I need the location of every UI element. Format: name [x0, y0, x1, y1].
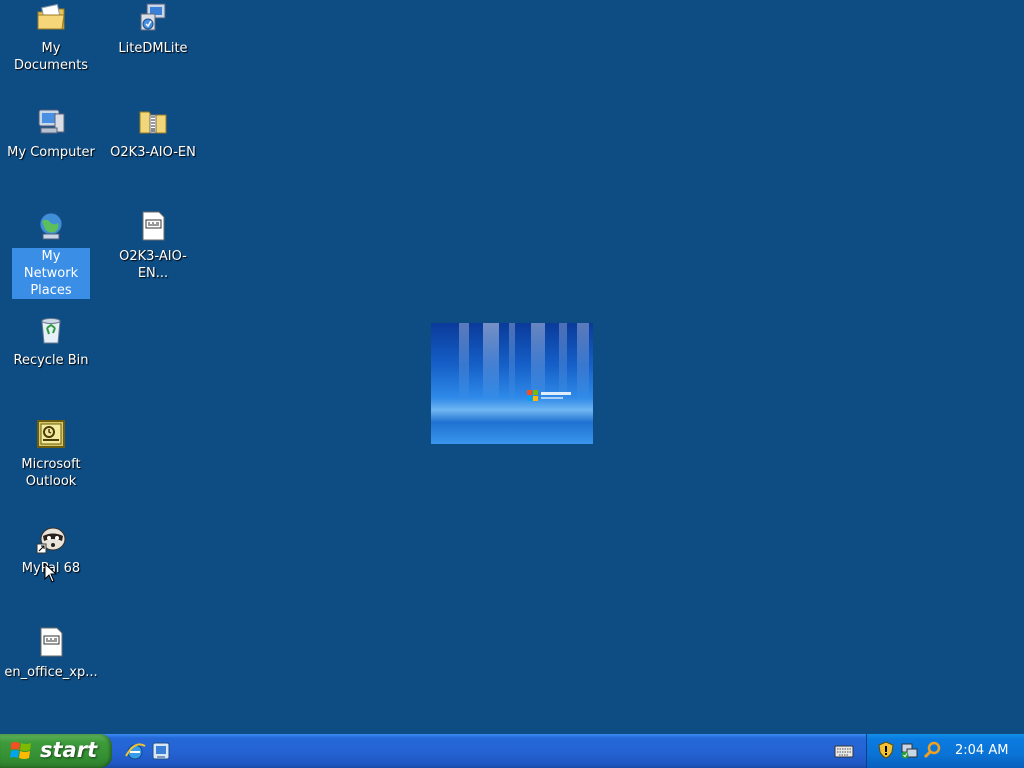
desktop-icon-recycle-bin[interactable]: Recycle Bin	[1, 314, 101, 369]
clock[interactable]: 2:04 AM	[955, 743, 1008, 758]
desktop-icon-o2k3-aio-en-folder[interactable]: O2K3-AIO-EN	[103, 106, 203, 161]
search-icon[interactable]	[923, 741, 941, 759]
ini-file-icon	[35, 626, 67, 658]
desktop-icon-label: O2K3-AIO-EN	[110, 145, 196, 160]
zip-folder-icon	[137, 106, 169, 138]
installer-icon	[137, 2, 169, 34]
network-status-icon[interactable]	[900, 741, 918, 759]
desktop-icon-label: My Network Places	[12, 248, 90, 299]
desktop-icon-label: My Computer	[7, 145, 95, 160]
mouse-cursor-icon	[44, 563, 58, 583]
windows-flag-icon	[10, 742, 31, 759]
desktop-icon-en-office-xp[interactable]: en_office_xp...	[1, 626, 101, 681]
desktop-icon-microsoft-outlook[interactable]: Microsoft Outlook	[1, 418, 101, 490]
security-shield-icon[interactable]	[877, 741, 895, 759]
desktop-icon-my-network-places[interactable]: My Network Places	[1, 210, 101, 299]
desktop-icon-label: LiteDMLite	[118, 41, 188, 56]
desktop-icon-label: My Documents	[13, 41, 89, 73]
recycle-bin-icon	[35, 314, 67, 346]
desktop-icon-label: en_office_xp...	[4, 665, 98, 680]
keyboard-icon[interactable]	[834, 743, 854, 759]
show-desktop-icon[interactable]	[150, 740, 172, 762]
start-button[interactable]: start	[0, 734, 112, 768]
start-label: start	[40, 738, 98, 762]
my-computer-icon	[35, 106, 67, 138]
desktop-icon-my-computer[interactable]: My Computer	[1, 106, 101, 161]
desktop-icon-label: O2K3-AIO-EN...	[119, 249, 187, 281]
desktop-icon-label: Microsoft Outlook	[21, 457, 81, 489]
mypal-icon	[35, 522, 67, 554]
wallpaper-image	[431, 323, 593, 444]
outlook-icon	[35, 418, 67, 450]
taskbar: start 2:04 AM	[0, 734, 1024, 768]
desktop[interactable]: My Documents My Computer My Network Plac…	[0, 0, 1024, 734]
my-documents-icon	[35, 2, 67, 34]
desktop-icon-my-documents[interactable]: My Documents	[1, 2, 101, 74]
desktop-icon-o2k3-aio-en-ini[interactable]: O2K3-AIO-EN...	[103, 210, 203, 282]
ini-file-icon	[137, 210, 169, 242]
internet-explorer-icon[interactable]	[124, 740, 146, 762]
desktop-icon-litedmlite[interactable]: LiteDMLite	[103, 2, 203, 57]
desktop-icon-label: Recycle Bin	[13, 353, 89, 368]
system-tray: 2:04 AM	[866, 734, 1024, 768]
network-places-icon	[35, 210, 67, 242]
windows-logo-icon	[527, 390, 571, 401]
